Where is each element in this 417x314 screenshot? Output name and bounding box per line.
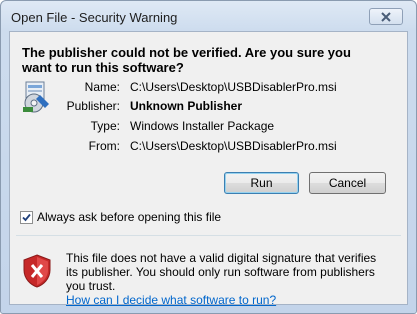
warning-message: This file does not have a valid digital … — [66, 251, 386, 307]
publisher-value: Unknown Publisher — [130, 99, 243, 113]
name-value: C:\Users\Desktop\USBDisablerPro.msi — [130, 80, 337, 94]
help-link[interactable]: How can I decide what software to run? — [66, 293, 276, 307]
divider — [16, 235, 401, 236]
type-value: Windows Installer Package — [130, 119, 275, 133]
close-button[interactable] — [369, 8, 403, 25]
run-button[interactable]: Run — [224, 172, 299, 194]
warning-text: This file does not have a valid digital … — [66, 251, 377, 293]
window-title: Open File - Security Warning — [11, 10, 178, 25]
name-label: Name: — [84, 80, 120, 94]
headline: The publisher could not be verified. Are… — [22, 45, 351, 75]
always-ask-label[interactable]: Always ask before opening this file — [37, 210, 221, 224]
cancel-button[interactable]: Cancel — [309, 172, 386, 194]
dialog-content: The publisher could not be verified. Are… — [9, 31, 408, 307]
always-ask-checkbox-row[interactable]: Always ask before opening this file — [20, 210, 221, 224]
checkmark-icon — [22, 213, 31, 221]
always-ask-checkbox[interactable] — [20, 210, 33, 224]
close-icon — [381, 11, 391, 22]
from-label: From: — [88, 139, 120, 153]
security-warning-dialog: Open File - Security Warning The publish… — [0, 0, 417, 314]
publisher-label: Publisher: — [66, 99, 120, 113]
security-shield-icon — [23, 254, 51, 288]
from-value: C:\Users\Desktop\USBDisablerPro.msi — [130, 139, 337, 153]
type-label: Type: — [90, 119, 120, 133]
